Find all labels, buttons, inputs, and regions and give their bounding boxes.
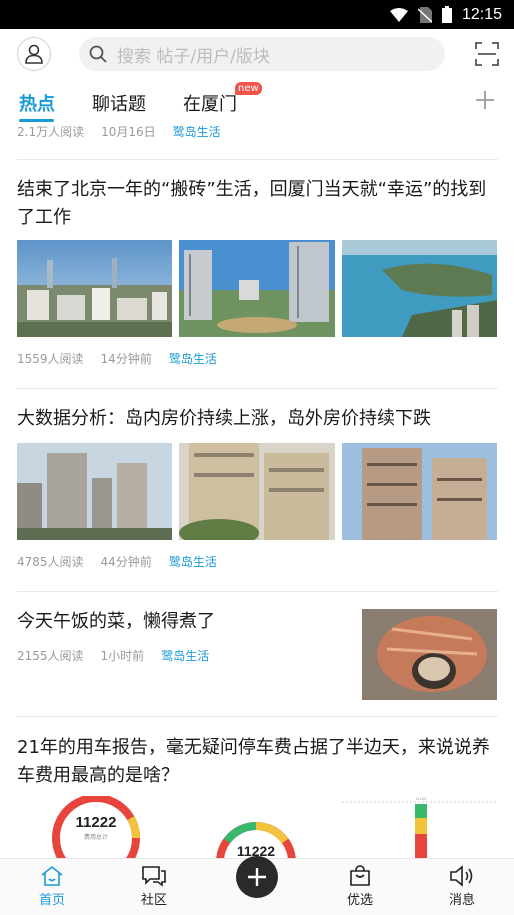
post-time: 1小时前 (100, 649, 145, 663)
post-time: 10月16日 (101, 125, 156, 139)
speaker-icon (450, 865, 473, 887)
no-sim-icon (417, 6, 432, 23)
post-meta: 2155人阅读 1小时前 鹭岛生活 (17, 647, 209, 664)
post-image[interactable] (342, 240, 497, 337)
search-placeholder: 搜索 帖子/用户/版块 (117, 46, 270, 67)
post-title[interactable]: 结束了北京一年的“搬砖”生活，回厦门当天就“幸运”的找到了工作 (17, 176, 497, 232)
status-time: 12:15 (461, 5, 502, 23)
wifi-icon (389, 7, 408, 22)
add-tab-icon[interactable] (474, 89, 496, 111)
scan-icon[interactable] (475, 42, 499, 66)
nav-label: 社区 (140, 893, 167, 908)
tab-topics[interactable]: 聊话题 (92, 90, 146, 116)
forum-link[interactable]: 鹭岛生活 (173, 123, 221, 140)
post-image[interactable] (362, 609, 497, 700)
post-time: 44分钟前 (100, 555, 152, 569)
post-image[interactable] (342, 443, 497, 540)
nav-messages[interactable]: 消息 (432, 865, 492, 908)
forum-link[interactable]: 鹭岛生活 (161, 647, 209, 664)
nav-label: 消息 (448, 893, 475, 908)
read-count: 2.1万人阅读 (17, 125, 85, 139)
post-title[interactable]: 大数据分析：岛内房价持续上涨，岛外房价持续下跌 (17, 405, 497, 433)
chart-value: 11222 (416, 796, 428, 801)
user-avatar-button[interactable] (17, 37, 51, 71)
chart-value: 11222 (76, 814, 117, 831)
forum-link[interactable]: 鹭岛生活 (169, 553, 217, 570)
search-input[interactable]: 搜索 帖子/用户/版块 (79, 37, 445, 71)
new-badge: new (235, 82, 262, 95)
home-icon (41, 865, 63, 886)
read-count: 1559人阅读 (17, 352, 84, 366)
nav-label: 优选 (346, 893, 373, 908)
post-image[interactable]: 11222 费用总计 (17, 796, 172, 858)
post-meta: 4785人阅读 44分钟前 鹭岛生活 (17, 553, 217, 570)
tab-in-xiamen[interactable]: 在厦门 (183, 90, 237, 116)
nav-selected[interactable]: 优选 (330, 865, 390, 908)
post-meta: 2.1万人阅读 10月16日 鹭岛生活 (17, 123, 221, 140)
create-post-button[interactable] (236, 856, 278, 898)
chart-caption: 费用总计 (84, 833, 108, 841)
status-bar: 12:15 (0, 0, 514, 29)
bottom-nav: 首页 社区 优选 消息 (0, 856, 514, 915)
post-image[interactable]: 11222 (342, 796, 497, 858)
top-header: 搜索 帖子/用户/版块 (0, 29, 514, 79)
nav-label: 首页 (38, 893, 65, 908)
category-tabs: 热点 聊话题 在厦门 new (0, 82, 514, 122)
post-title[interactable]: 今天午饭的菜，懒得煮了 (17, 608, 347, 636)
user-icon (25, 44, 43, 64)
forum-link[interactable]: 鹭岛生活 (169, 350, 217, 367)
post-image[interactable] (179, 443, 335, 540)
battery-icon (441, 6, 452, 23)
read-count: 4785人阅读 (17, 555, 84, 569)
search-icon (89, 45, 107, 63)
nav-home[interactable]: 首页 (22, 865, 82, 908)
divider (17, 159, 498, 160)
divider (17, 716, 498, 717)
post-image[interactable]: 11222 (179, 796, 335, 858)
post-meta: 1559人阅读 14分钟前 鹭岛生活 (17, 350, 217, 367)
post-feed[interactable]: 2.1万人阅读 10月16日 鹭岛生活 结束了北京一年的“搬砖”生活，回厦门当天… (0, 122, 514, 858)
post-title[interactable]: 21年的用车报告，毫无疑问停车费占据了半边天，来说说养车费用最高的是啥？ (17, 734, 497, 790)
nav-community[interactable]: 社区 (124, 865, 184, 908)
post-image[interactable] (17, 443, 172, 540)
divider (17, 388, 498, 389)
plus-icon (248, 868, 266, 886)
tab-hot[interactable]: 热点 (19, 90, 55, 116)
shopping-bag-icon (350, 865, 370, 886)
post-image[interactable] (179, 240, 335, 337)
read-count: 2155人阅读 (17, 649, 84, 663)
divider (17, 591, 498, 592)
post-time: 14分钟前 (100, 352, 152, 366)
community-icon (142, 866, 166, 887)
post-image[interactable] (17, 240, 172, 337)
